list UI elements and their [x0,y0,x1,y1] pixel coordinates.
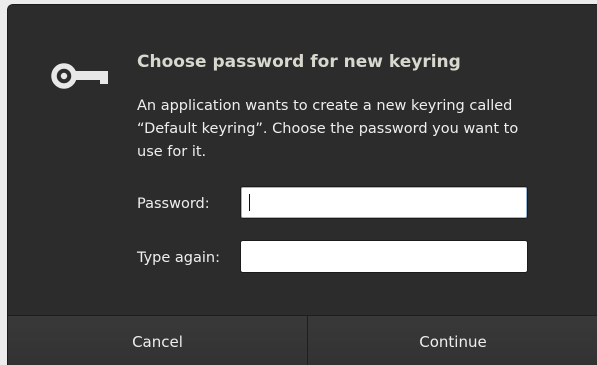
confirm-password-label: Type again: [137,250,220,266]
keyring-password-dialog: Choose password for new keyring An appli… [7,4,597,365]
dialog-title: Choose password for new keyring [137,52,461,72]
dialog-message: An application wants to create a new key… [137,98,519,160]
password-label: Password: [137,196,210,212]
dialog-content: Choose password for new keyring An appli… [8,5,597,315]
text-cursor [249,194,250,211]
dialog-button-bar: Cancel Continue [8,315,597,365]
confirm-password-field[interactable] [240,240,528,273]
key-icon [51,63,108,89]
cancel-button[interactable]: Cancel [8,316,308,365]
continue-button[interactable]: Continue [308,316,597,365]
password-field[interactable] [240,186,528,219]
screen: TotalIs theDownloRunninRunninTransaRunni… [0,0,597,365]
